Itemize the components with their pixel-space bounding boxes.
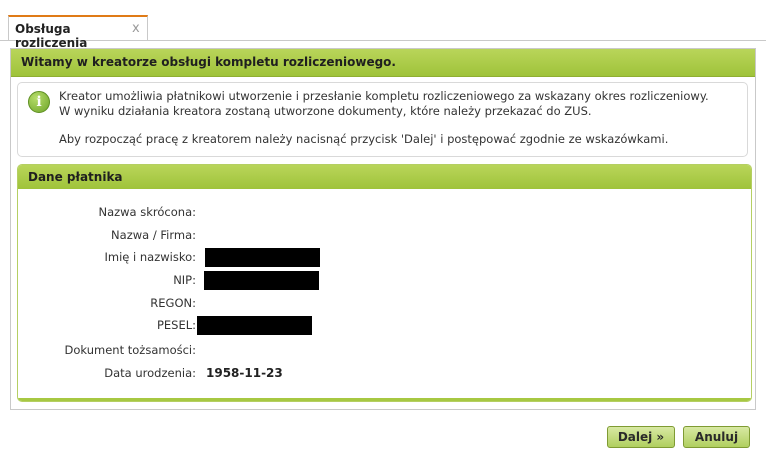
payer-panel: Dane płatnika Nazwa skrócona: Nazwa / Fi… [17,164,752,402]
field-row-pesel: PESEL: [18,316,751,336]
info-line-1: Kreator umożliwia płatnikowi utworzenie … [59,89,709,103]
field-label: Imię i nazwisko: [104,250,197,264]
field-row-regon: REGON: [18,294,751,314]
next-button[interactable]: Dalej » [607,426,675,448]
redacted-block [204,271,319,290]
field-label: Dokument tożsamości: [64,343,196,357]
cancel-button[interactable]: Anuluj [683,426,750,448]
info-text: Kreator umożliwia płatnikowi utworzenie … [59,89,739,147]
info-line-3: Aby rozpocząć pracę z kreatorem należy n… [59,132,669,146]
field-label: Nazwa skrócona: [98,205,196,219]
info-line-2: W wyniku działania kreatora zostaną utwo… [59,104,592,118]
field-label: REGON: [150,296,196,310]
tab-obsluga-rozliczenia[interactable]: Obsługa rozliczenia x [8,15,148,50]
field-row-dokument: Dokument tożsamości: [18,341,751,361]
field-row-nazwa-firma: Nazwa / Firma: [18,226,751,246]
payer-panel-header: Dane płatnika [18,165,751,189]
birth-date-value: 1958-11-23 [206,366,283,380]
field-label: PESEL: [156,318,196,332]
tab-strip: Obsługa rozliczenia x [0,0,766,50]
info-box: i Kreator umożliwia płatnikowi utworzeni… [17,82,748,157]
wizard-header: Witamy w kreatorze obsługi kompletu rozl… [11,49,755,77]
wizard-frame: Witamy w kreatorze obsługi kompletu rozl… [10,48,756,410]
page-title: Witamy w kreatorze obsługi kompletu rozl… [21,55,396,69]
field-label: Nazwa / Firma: [111,228,196,242]
tab-label: Obsługa rozliczenia [15,22,88,50]
field-row-nip: NIP: [18,271,751,291]
redacted-block [205,248,320,267]
payer-panel-title: Dane płatnika [28,170,123,184]
close-icon[interactable]: x [132,21,140,36]
field-row-data-urodzenia: Data urodzenia: 1958-11-23 [18,364,751,384]
redacted-block [197,316,312,335]
info-icon: i [28,91,50,113]
field-row-nazwa-skrocona: Nazwa skrócona: [18,203,751,223]
panel-footer-line [18,398,751,401]
field-label: Data urodzenia: [104,366,196,380]
field-row-imie-nazwisko: Imię i nazwisko: [18,248,751,268]
field-label: NIP: [173,273,196,287]
